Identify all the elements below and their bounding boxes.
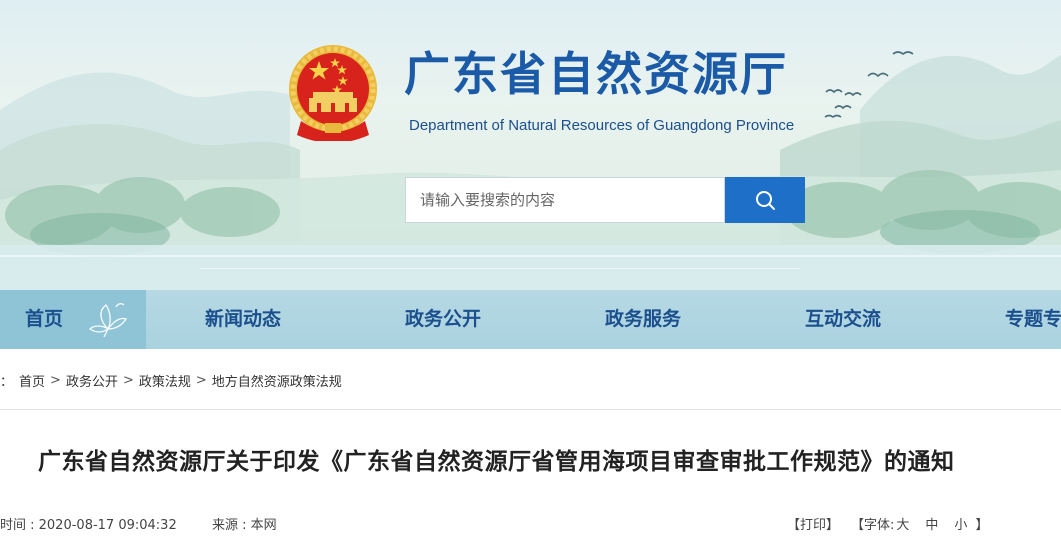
- main-nav: 首页 新闻动态 政务公开 政务服务 互动交流 专题专: [0, 290, 1061, 349]
- breadcrumb-separator: >: [50, 372, 61, 388]
- publish-time: 时间 : 2020-08-17 09:04:32: [0, 518, 177, 533]
- nav-item-topics[interactable]: 专题专: [1005, 290, 1061, 349]
- font-size-prefix: 【字体:: [851, 518, 895, 533]
- breadcrumb-item-gov-affairs[interactable]: 政务公开: [66, 371, 118, 390]
- font-size-small[interactable]: 小: [954, 518, 967, 533]
- divider: [0, 409, 1061, 410]
- breadcrumb-item-home[interactable]: 首页: [19, 371, 45, 390]
- breadcrumb-item-local-policy[interactable]: 地方自然资源政策法规: [212, 371, 342, 390]
- article-meta: 时间 : 2020-08-17 09:04:32 来源 : 本网 【打印】 【字…: [0, 514, 1061, 534]
- font-size-large[interactable]: 大: [896, 518, 909, 533]
- national-emblem-icon: [289, 45, 377, 141]
- nav-item-gov-affairs[interactable]: 政务公开: [405, 290, 481, 349]
- print-link[interactable]: 【打印】: [787, 514, 839, 533]
- article-title: 广东省自然资源厅关于印发《广东省自然资源厅省管用海项目审查审批工作规范》的通知: [38, 449, 955, 475]
- header-banner: 广东省自然资源厅 Department of Natural Resources…: [0, 0, 1061, 290]
- nav-item-home[interactable]: 首页: [0, 290, 146, 349]
- article-source: 来源 : 本网: [212, 518, 277, 533]
- nav-item-gov-services[interactable]: 政务服务: [605, 290, 681, 349]
- breadcrumb-separator: >: [122, 372, 134, 388]
- breadcrumb-prefix: ：: [0, 374, 14, 390]
- magnolia-flower-icon: [88, 303, 128, 338]
- nav-item-interaction[interactable]: 互动交流: [805, 290, 881, 349]
- search-icon: [756, 191, 775, 210]
- font-size-suffix: 】: [975, 518, 989, 533]
- site-subtitle: Department of Natural Resources of Guang…: [409, 117, 795, 134]
- breadcrumb-separator: >: [195, 372, 207, 388]
- font-size-control: 【字体: 大 中 小】: [851, 514, 988, 533]
- breadcrumb: ： 首页 > 政务公开 > 政策法规 > 地方自然资源政策法规: [0, 370, 342, 390]
- nav-item-news[interactable]: 新闻动态: [205, 290, 281, 349]
- search-button[interactable]: [725, 177, 805, 223]
- font-size-medium[interactable]: 中: [925, 518, 938, 533]
- search-input[interactable]: [405, 177, 725, 223]
- nav-item-label: 首页: [25, 308, 64, 330]
- site-title: 广东省自然资源厅: [404, 47, 788, 101]
- breadcrumb-item-policy[interactable]: 政策法规: [139, 371, 191, 390]
